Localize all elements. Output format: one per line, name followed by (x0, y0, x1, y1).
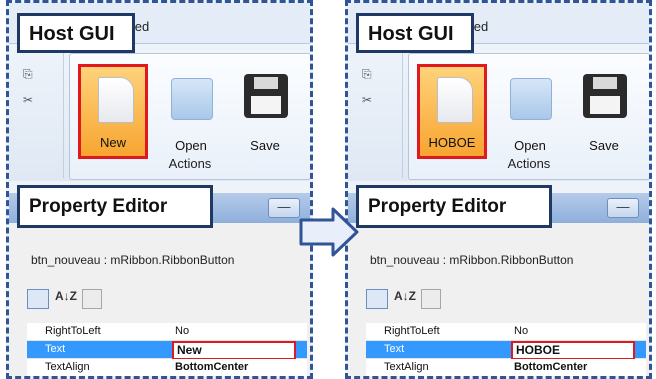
new-button-label: HOBOE (428, 135, 476, 150)
alphabetical-sort-icon[interactable]: A↓Z (55, 289, 77, 309)
floppy-disk-icon (244, 74, 288, 118)
property-pages-icon[interactable] (82, 289, 102, 309)
actions-group: New Open Save Actions (69, 53, 310, 180)
new-button[interactable]: New (78, 64, 148, 159)
cut-icon[interactable]: ✂ (362, 93, 372, 107)
panel-before: nced ⎘ ✂ New Open Save Actions — btn_nou… (6, 0, 313, 379)
property-value[interactable]: No (514, 325, 528, 337)
open-button[interactable]: Open (156, 64, 226, 159)
property-value-input[interactable]: New (172, 341, 296, 360)
property-value[interactable]: No (175, 325, 189, 337)
property-value-input[interactable]: HOBOE (511, 341, 635, 360)
folder-icon (510, 78, 552, 120)
new-button-label: New (99, 135, 126, 150)
minimize-button[interactable]: — (268, 198, 300, 218)
editor-toolbar: A↓Z (27, 289, 157, 311)
property-key: RightToLeft (384, 325, 440, 337)
paste-icon[interactable]: ⎘ (362, 67, 372, 82)
property-key: Text (384, 343, 405, 355)
object-selector[interactable]: btn_nouveau : mRibbon.RibbonButton (31, 253, 234, 267)
callout-host-gui: Host GUI (356, 13, 474, 53)
save-button-label: Save (250, 138, 280, 153)
callout-property-editor: Property Editor (356, 185, 552, 228)
cut-icon[interactable]: ✂ (23, 93, 33, 107)
save-button-label: Save (589, 138, 619, 153)
editor-toolbar: A↓Z (366, 289, 496, 311)
property-value[interactable]: BottomCenter (514, 361, 587, 373)
property-value[interactable]: BottomCenter (175, 361, 248, 373)
property-row-selected[interactable]: Text HOBOE (366, 341, 646, 360)
clipboard-group: ⎘ ✂ (354, 53, 403, 178)
property-grid: RightToLeft No Text HOBOE TextAlign Bott… (366, 323, 646, 376)
minimize-button[interactable]: — (607, 198, 639, 218)
property-grid: RightToLeft No Text New TextAlign Bottom… (27, 323, 307, 376)
callout-host-gui: Host GUI (17, 13, 135, 53)
callout-property-editor: Property Editor (17, 185, 213, 228)
floppy-disk-icon (583, 74, 627, 118)
property-row[interactable]: RightToLeft No (27, 323, 307, 341)
property-key: TextAlign (45, 361, 90, 373)
save-button[interactable]: Save (569, 64, 639, 159)
open-button-label: Open (514, 138, 546, 153)
property-pages-icon[interactable] (421, 289, 441, 309)
property-row-selected[interactable]: Text New (27, 341, 307, 360)
new-document-icon (98, 77, 134, 123)
property-key: RightToLeft (45, 325, 101, 337)
new-button[interactable]: HOBOE (417, 64, 487, 159)
property-row[interactable]: TextAlign BottomCenter (27, 359, 307, 376)
categorized-icon[interactable] (366, 289, 388, 309)
group-label: Actions (168, 156, 212, 171)
folder-icon (171, 78, 213, 120)
new-document-icon (437, 77, 473, 123)
property-key: TextAlign (384, 361, 429, 373)
categorized-icon[interactable] (27, 289, 49, 309)
paste-icon[interactable]: ⎘ (23, 67, 33, 82)
object-selector[interactable]: btn_nouveau : mRibbon.RibbonButton (370, 253, 573, 267)
property-row[interactable]: RightToLeft No (366, 323, 646, 341)
property-row[interactable]: TextAlign BottomCenter (366, 359, 646, 376)
group-label: Actions (507, 156, 551, 171)
save-button[interactable]: Save (230, 64, 300, 159)
open-button-label: Open (175, 138, 207, 153)
open-button[interactable]: Open (495, 64, 565, 159)
actions-group: HOBOE Open Save Actions (408, 53, 649, 180)
transition-arrow-icon (299, 207, 359, 257)
alphabetical-sort-icon[interactable]: A↓Z (394, 289, 416, 309)
property-key: Text (45, 343, 66, 355)
clipboard-group: ⎘ ✂ (15, 53, 64, 178)
panel-after: nced ⎘ ✂ HOBOE Open Save Actions — btn_n… (345, 0, 652, 379)
